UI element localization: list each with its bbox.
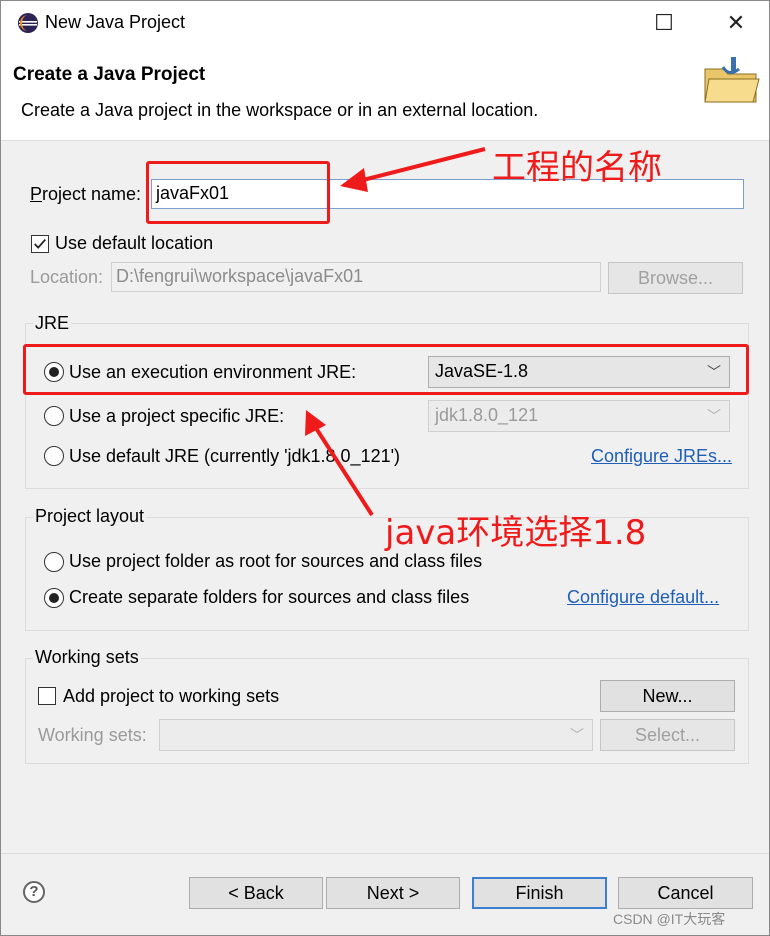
window-title: New Java Project — [45, 12, 186, 32]
new-working-set-button[interactable]: New... — [600, 680, 735, 712]
checkmark-icon — [34, 238, 46, 249]
working-sets-select[interactable]: ﹀ — [159, 719, 593, 751]
finish-button[interactable]: Finish — [472, 877, 607, 909]
add-to-working-sets-checkbox[interactable] — [38, 687, 56, 705]
eclipse-icon — [18, 13, 38, 33]
maximize-icon[interactable]: ☐ — [649, 9, 679, 37]
working-sets-group-label: Working sets — [33, 647, 141, 668]
project-name-label-rest: roject name: — [42, 184, 142, 204]
wizard-banner: Create a Java Project Create a Java proj… — [1, 45, 769, 141]
project-specific-jre-radio[interactable] — [44, 406, 64, 426]
browse-button[interactable]: Browse... — [608, 262, 743, 294]
configure-default-link[interactable]: Configure default... — [567, 587, 719, 608]
layout-separate-radio[interactable] — [44, 588, 64, 608]
layout-root-radio[interactable] — [44, 552, 64, 572]
use-default-location-label: Use default location — [55, 233, 214, 253]
default-jre-radio[interactable] — [44, 446, 64, 466]
jre-group-label: JRE — [33, 313, 72, 334]
java-project-folder-icon — [704, 57, 760, 103]
configure-jres-link[interactable]: Configure JREs... — [591, 446, 732, 467]
layout-root-label: Use project folder as root for sources a… — [69, 551, 483, 571]
back-button[interactable]: < Back — [189, 877, 323, 909]
project-name-highlight — [146, 161, 330, 224]
banner-description: Create a Java project in the workspace o… — [21, 100, 539, 120]
title-bar: New Java Project ☐ ✕ — [1, 1, 769, 45]
select-working-sets-button[interactable]: Select... — [600, 719, 735, 751]
jre-highlight — [23, 344, 749, 395]
csdn-watermark: CSDN @IT大玩客 — [613, 911, 726, 927]
project-name-label: Project name: — [30, 184, 142, 204]
jre-annotation: java环境选择1.8 — [385, 513, 647, 553]
banner-title: Create a Java Project — [13, 64, 206, 85]
next-button[interactable]: Next > — [326, 877, 460, 909]
project-specific-jre-value: jdk1.8.0_121 — [435, 405, 539, 425]
project-name-annotation: 工程的名称 — [492, 148, 662, 188]
working-sets-label: Working sets: — [38, 725, 147, 745]
cancel-button[interactable]: Cancel — [618, 877, 753, 909]
project-specific-jre-label: Use a project specific JRE: — [69, 406, 285, 426]
help-icon[interactable]: ? — [23, 881, 45, 903]
location-input[interactable]: D:\fengrui\workspace\javaFx01 — [111, 262, 601, 292]
project-layout-group-label: Project layout — [33, 506, 147, 527]
close-icon[interactable]: ✕ — [721, 9, 751, 37]
use-default-location-checkbox[interactable] — [31, 235, 49, 253]
project-specific-jre-select[interactable]: jdk1.8.0_121 ﹀ — [428, 400, 730, 432]
default-jre-label: Use default JRE (currently 'jdk1.8.0_121… — [69, 446, 401, 466]
footer-separator — [1, 853, 769, 854]
chevron-down-icon: ﹀ — [707, 408, 721, 424]
add-to-working-sets-label: Add project to working sets — [63, 686, 280, 706]
layout-separate-label: Create separate folders for sources and … — [69, 587, 470, 607]
location-label: Location: — [30, 267, 104, 287]
chevron-down-icon: ﹀ — [570, 727, 584, 743]
